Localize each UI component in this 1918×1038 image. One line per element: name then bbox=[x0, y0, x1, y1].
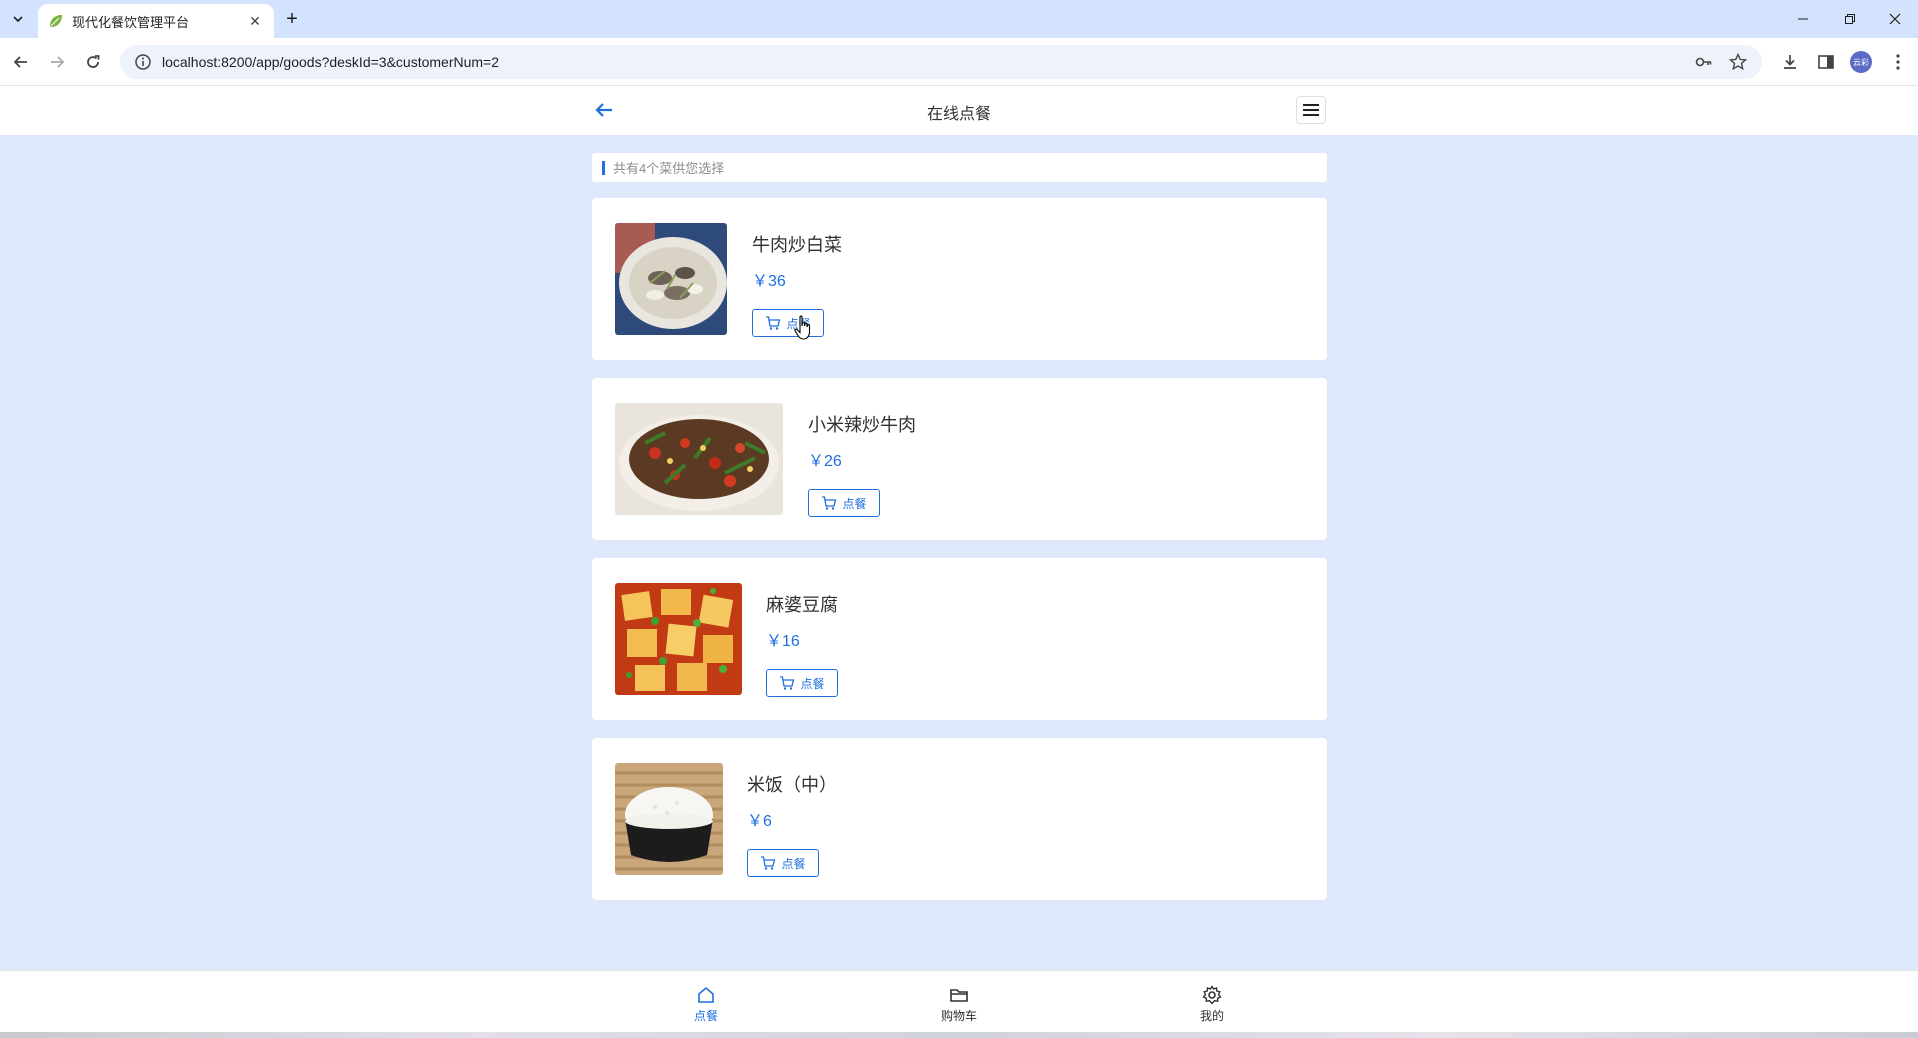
tab-search-button[interactable] bbox=[6, 8, 30, 30]
dish-card: 麻婆豆腐 ￥16 点餐 bbox=[592, 558, 1327, 720]
page-header: 在线点餐 bbox=[0, 86, 1918, 135]
reload-button[interactable] bbox=[79, 48, 107, 76]
dish-card: 米饭（中） ￥6 点餐 bbox=[592, 738, 1327, 900]
dish-count-text: 共有4个菜供您选择 bbox=[613, 161, 725, 176]
nav-item-cart[interactable]: 购物车 bbox=[929, 985, 989, 1024]
dish-card: 小米辣炒牛肉 ￥26 点餐 bbox=[592, 378, 1327, 540]
address-bar[interactable]: localhost:8200/app/goods?deskId=3&custom… bbox=[120, 45, 1762, 79]
info-icon[interactable] bbox=[134, 53, 152, 71]
dish-name: 麻婆豆腐 bbox=[766, 595, 838, 615]
dish-price: ￥6 bbox=[747, 813, 772, 830]
menu-button[interactable] bbox=[1296, 96, 1326, 124]
more-menu-icon[interactable] bbox=[1886, 50, 1910, 74]
browser-toolbar: localhost:8200/app/goods?deskId=3&custom… bbox=[0, 38, 1918, 86]
leaf-icon bbox=[50, 15, 62, 27]
chevron-down-icon bbox=[13, 16, 23, 23]
order-button[interactable]: 点餐 bbox=[766, 669, 838, 697]
bookmark-star-icon[interactable] bbox=[1728, 52, 1748, 72]
page-title: 在线点餐 bbox=[926, 106, 991, 123]
dish-price: ￥16 bbox=[766, 633, 800, 650]
dish-name: 米饭（中） bbox=[747, 775, 837, 795]
browser-tab-bar: 现代化餐饮管理平台 ✕ + bbox=[0, 0, 1918, 38]
dish-image-beef-cabbage bbox=[615, 223, 727, 335]
dish-info: 米饭（中） ￥6 点餐 bbox=[747, 771, 837, 877]
arrow-left-icon bbox=[13, 56, 27, 68]
dish-image-rice bbox=[615, 763, 723, 875]
dish-info: 麻婆豆腐 ￥16 点餐 bbox=[766, 591, 838, 697]
nav-label: 购物车 bbox=[940, 1009, 977, 1023]
browser-tab[interactable]: 现代化餐饮管理平台 ✕ bbox=[38, 4, 274, 38]
restore-button[interactable] bbox=[1827, 6, 1873, 32]
dish-name: 牛肉炒白菜 bbox=[752, 235, 842, 255]
order-button-label: 点餐 bbox=[800, 676, 825, 691]
cart-icon bbox=[780, 676, 795, 690]
taskbar-strip bbox=[0, 1032, 1918, 1038]
back-button[interactable] bbox=[7, 48, 35, 76]
cart-icon bbox=[766, 316, 781, 330]
download-icon[interactable] bbox=[1778, 50, 1802, 74]
dish-card: 牛肉炒白菜 ￥36 点餐 bbox=[592, 198, 1327, 360]
home-icon bbox=[698, 986, 714, 1003]
dish-image-chili-beef bbox=[615, 403, 783, 515]
nav-label: 点餐 bbox=[693, 1009, 718, 1023]
order-button-label: 点餐 bbox=[842, 496, 867, 511]
hamburger-icon bbox=[1303, 104, 1319, 116]
nav-item-order[interactable]: 点餐 bbox=[676, 985, 736, 1024]
gear-icon bbox=[1202, 985, 1222, 1005]
forward-button[interactable] bbox=[43, 48, 71, 76]
cart-icon bbox=[761, 856, 776, 870]
order-button[interactable]: 点餐 bbox=[808, 489, 880, 517]
dish-info: 小米辣炒牛肉 ￥26 点餐 bbox=[808, 411, 916, 517]
reload-icon bbox=[87, 55, 100, 68]
folder-icon bbox=[950, 989, 968, 1002]
nav-item-mine[interactable]: 我的 bbox=[1182, 985, 1242, 1024]
minimize-button[interactable] bbox=[1780, 6, 1826, 32]
cart-icon bbox=[822, 496, 837, 510]
dish-image-mapo-tofu bbox=[615, 583, 742, 695]
dish-name: 小米辣炒牛肉 bbox=[808, 415, 916, 435]
dish-count-banner: 共有4个菜供您选择 bbox=[592, 153, 1327, 182]
tab-title: 现代化餐饮管理平台 bbox=[72, 14, 190, 30]
url-text[interactable]: localhost:8200/app/goods?deskId=3&custom… bbox=[162, 54, 1694, 70]
nav-label: 我的 bbox=[1199, 1009, 1224, 1023]
close-window-button[interactable] bbox=[1872, 6, 1918, 32]
new-tab-button[interactable]: + bbox=[280, 8, 304, 32]
arrow-right-icon bbox=[51, 56, 65, 68]
close-icon bbox=[1889, 13, 1901, 25]
close-icon[interactable]: ✕ bbox=[246, 13, 264, 30]
dish-price: ￥26 bbox=[808, 453, 842, 470]
bottom-nav: 点餐 购物车 我的 bbox=[0, 970, 1918, 1032]
minimize-icon bbox=[1798, 18, 1808, 20]
accent-bar bbox=[602, 160, 605, 175]
order-button[interactable]: 点餐 bbox=[747, 849, 819, 877]
hand-cursor-icon bbox=[794, 315, 811, 340]
restore-icon bbox=[1845, 14, 1855, 24]
profile-avatar[interactable]: 云彩 bbox=[1850, 51, 1872, 73]
order-button-label: 点餐 bbox=[781, 856, 806, 871]
key-icon[interactable] bbox=[1694, 52, 1714, 72]
dish-price: ￥36 bbox=[752, 273, 786, 290]
side-panel-icon[interactable] bbox=[1814, 50, 1838, 74]
